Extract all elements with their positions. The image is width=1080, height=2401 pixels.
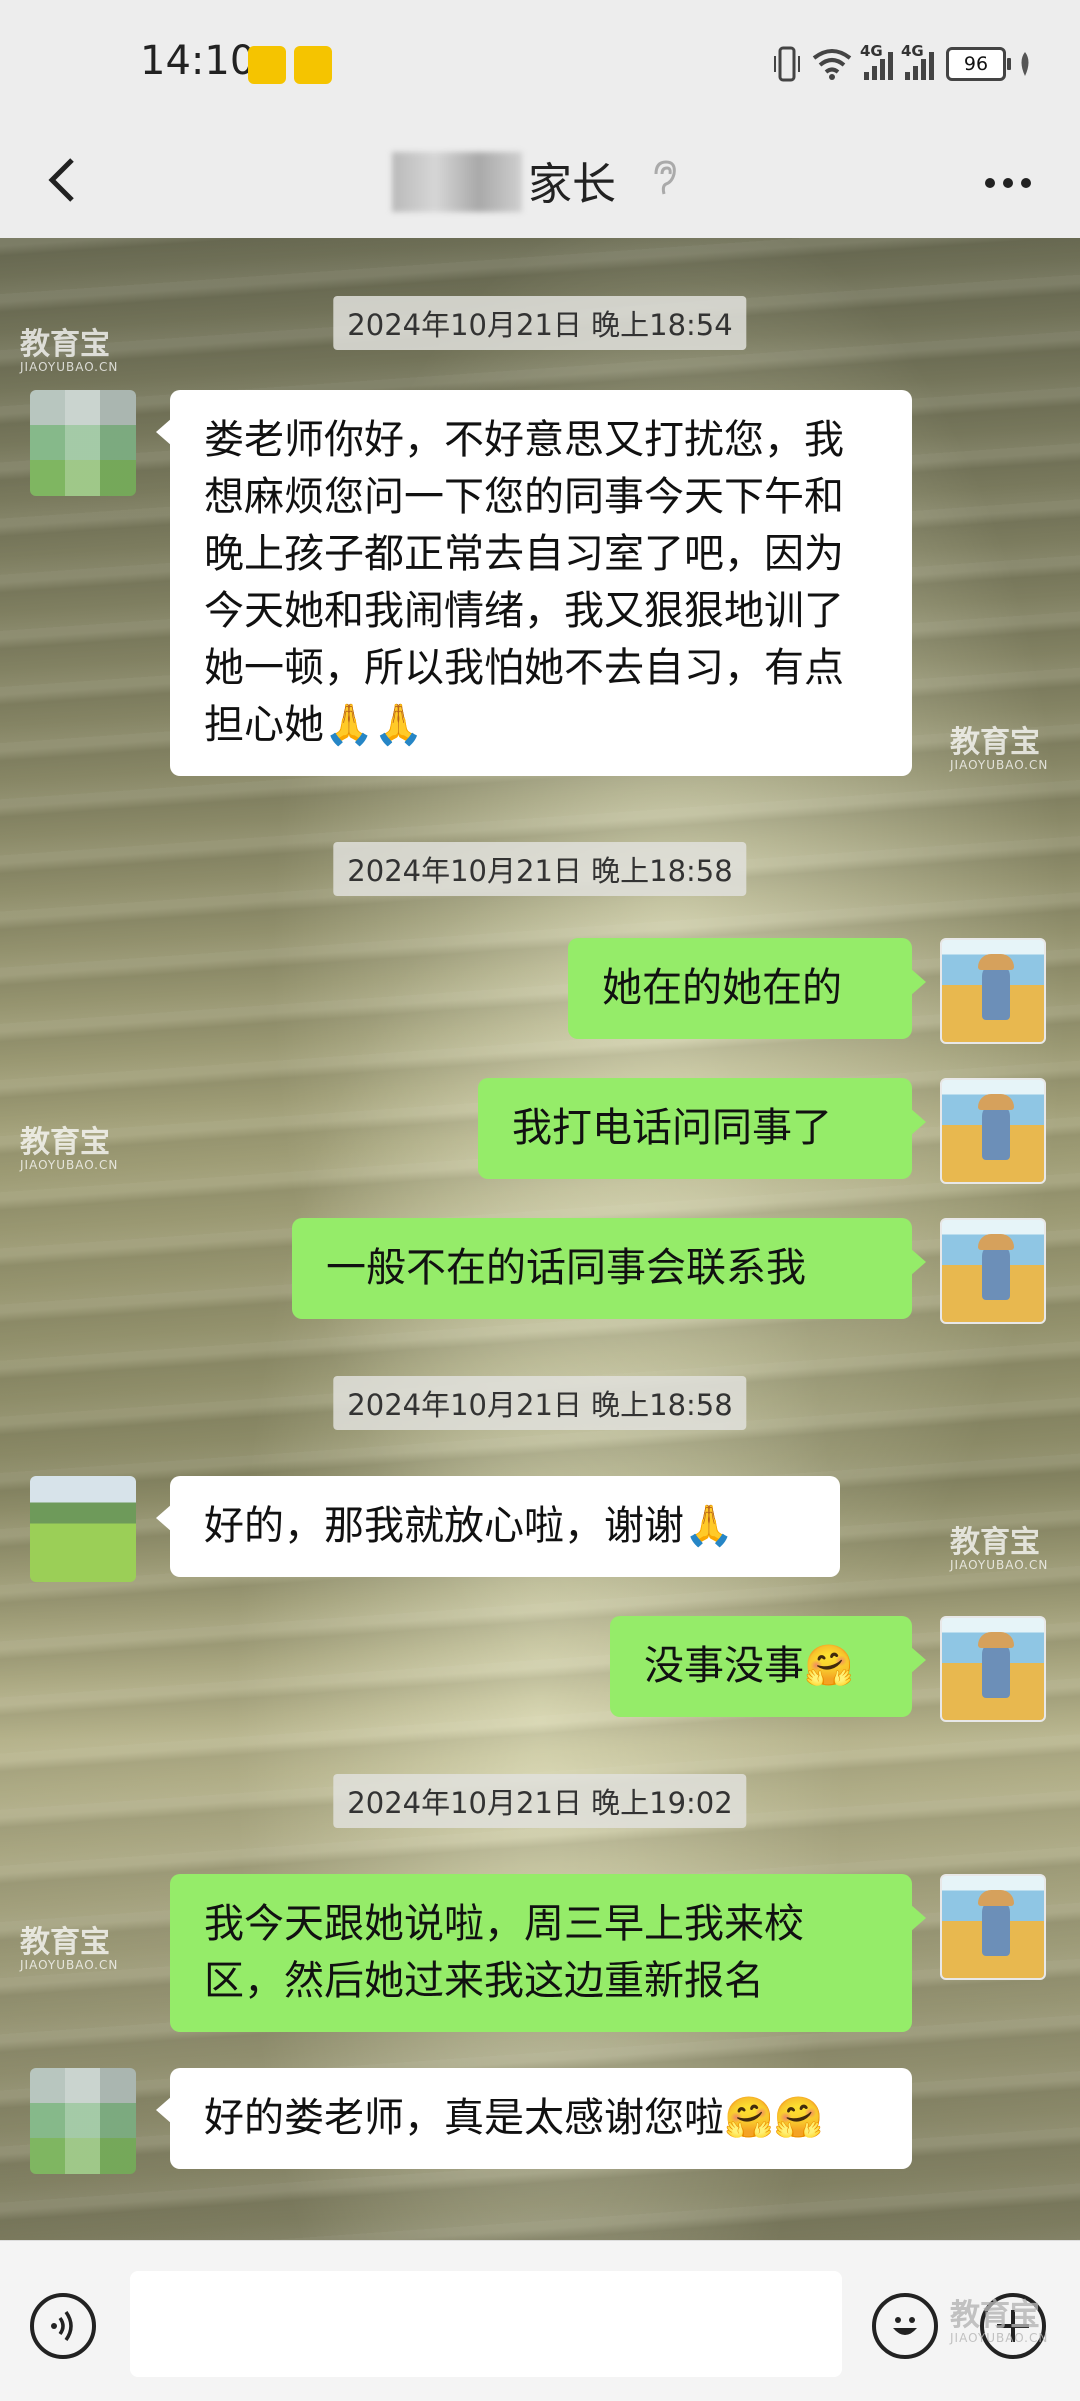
incoming-message[interactable]: 好的娄老师，真是太感谢您啦🤗🤗 bbox=[156, 2068, 912, 2169]
message-input[interactable] bbox=[130, 2271, 842, 2377]
chat-title: 家长 bbox=[528, 159, 616, 210]
chat-area[interactable]: 教育宝 JIAOYUBAO.CN 教育宝 JIAOYUBAO.CN 教育宝 JIAOY… bbox=[0, 238, 1080, 2240]
status-time: 14:10 bbox=[140, 38, 256, 84]
outgoing-message[interactable]: 一般不在的话同事会联系我 bbox=[292, 1218, 926, 1319]
back-button[interactable] bbox=[42, 150, 102, 210]
blurred-name bbox=[392, 152, 522, 212]
voice-icon bbox=[51, 2310, 73, 2342]
message-timestamp: 2024年10月21日 晚上18:54 bbox=[333, 296, 747, 350]
emoji-button[interactable] bbox=[872, 2293, 938, 2359]
signal-icon: 4G bbox=[860, 42, 893, 80]
incoming-message[interactable]: 娄老师你好，不好意思又打扰您，我想麻烦您问一下您的同事今天下午和晚上孩子都正常去… bbox=[156, 390, 912, 776]
vibrate-icon bbox=[774, 46, 800, 82]
incoming-message[interactable]: 好的，那我就放心啦，谢谢🙏 bbox=[156, 1476, 840, 1577]
ear-icon bbox=[650, 160, 678, 207]
watermark: 教育宝 JIAOYUBAO.CN bbox=[950, 2298, 1049, 2346]
status-bar: 14:10 4G 4G 96 bbox=[0, 0, 1080, 130]
message-timestamp: 2024年10月21日 晚上18:58 bbox=[333, 842, 747, 896]
battery-indicator: 96 bbox=[946, 47, 1011, 81]
outgoing-message[interactable]: 她在的她在的 bbox=[568, 938, 926, 1039]
contact-avatar[interactable] bbox=[30, 2068, 136, 2174]
more-icon bbox=[985, 178, 1031, 188]
app-notification-icon bbox=[294, 46, 332, 84]
watermark: 教育宝 JIAOYUBAO.CN bbox=[950, 725, 1049, 773]
my-avatar[interactable] bbox=[940, 1078, 1046, 1184]
app-notification-icon bbox=[248, 46, 286, 84]
outgoing-message[interactable]: 我打电话问同事了 bbox=[478, 1078, 926, 1179]
watermark: 教育宝 JIAOYUBAO.CN bbox=[20, 1925, 119, 1973]
watermark: 教育宝 JIAOYUBAO.CN bbox=[20, 327, 119, 375]
contact-avatar[interactable] bbox=[30, 390, 136, 496]
outgoing-message[interactable]: 我今天跟她说啦，周三早上我来校区，然后她过来我这边重新报名 bbox=[170, 1874, 926, 2032]
chat-header: 家长 bbox=[0, 130, 1080, 238]
signal-icon: 4G bbox=[901, 42, 934, 80]
outgoing-message[interactable]: 没事没事🤗 bbox=[610, 1616, 926, 1717]
my-avatar[interactable] bbox=[940, 1616, 1046, 1722]
leaf-icon bbox=[1021, 52, 1029, 76]
message-timestamp: 2024年10月21日 晚上18:58 bbox=[333, 1376, 747, 1430]
contact-avatar[interactable] bbox=[30, 1476, 136, 1582]
emoji-icon bbox=[893, 2317, 917, 2335]
more-button[interactable] bbox=[982, 150, 1034, 204]
watermark: 教育宝 JIAOYUBAO.CN bbox=[20, 1125, 119, 1173]
my-avatar[interactable] bbox=[940, 938, 1046, 1044]
voice-button[interactable] bbox=[30, 2293, 96, 2359]
chevron-left-icon bbox=[48, 158, 74, 202]
wifi-icon bbox=[812, 49, 852, 80]
watermark: 教育宝 JIAOYUBAO.CN bbox=[950, 1525, 1049, 1573]
message-timestamp: 2024年10月21日 晚上19:02 bbox=[333, 1774, 747, 1828]
input-bar: 教育宝 JIAOYUBAO.CN bbox=[0, 2240, 1080, 2401]
my-avatar[interactable] bbox=[940, 1218, 1046, 1324]
status-icons: 4G 4G 96 bbox=[774, 42, 1032, 86]
my-avatar[interactable] bbox=[940, 1874, 1046, 1980]
